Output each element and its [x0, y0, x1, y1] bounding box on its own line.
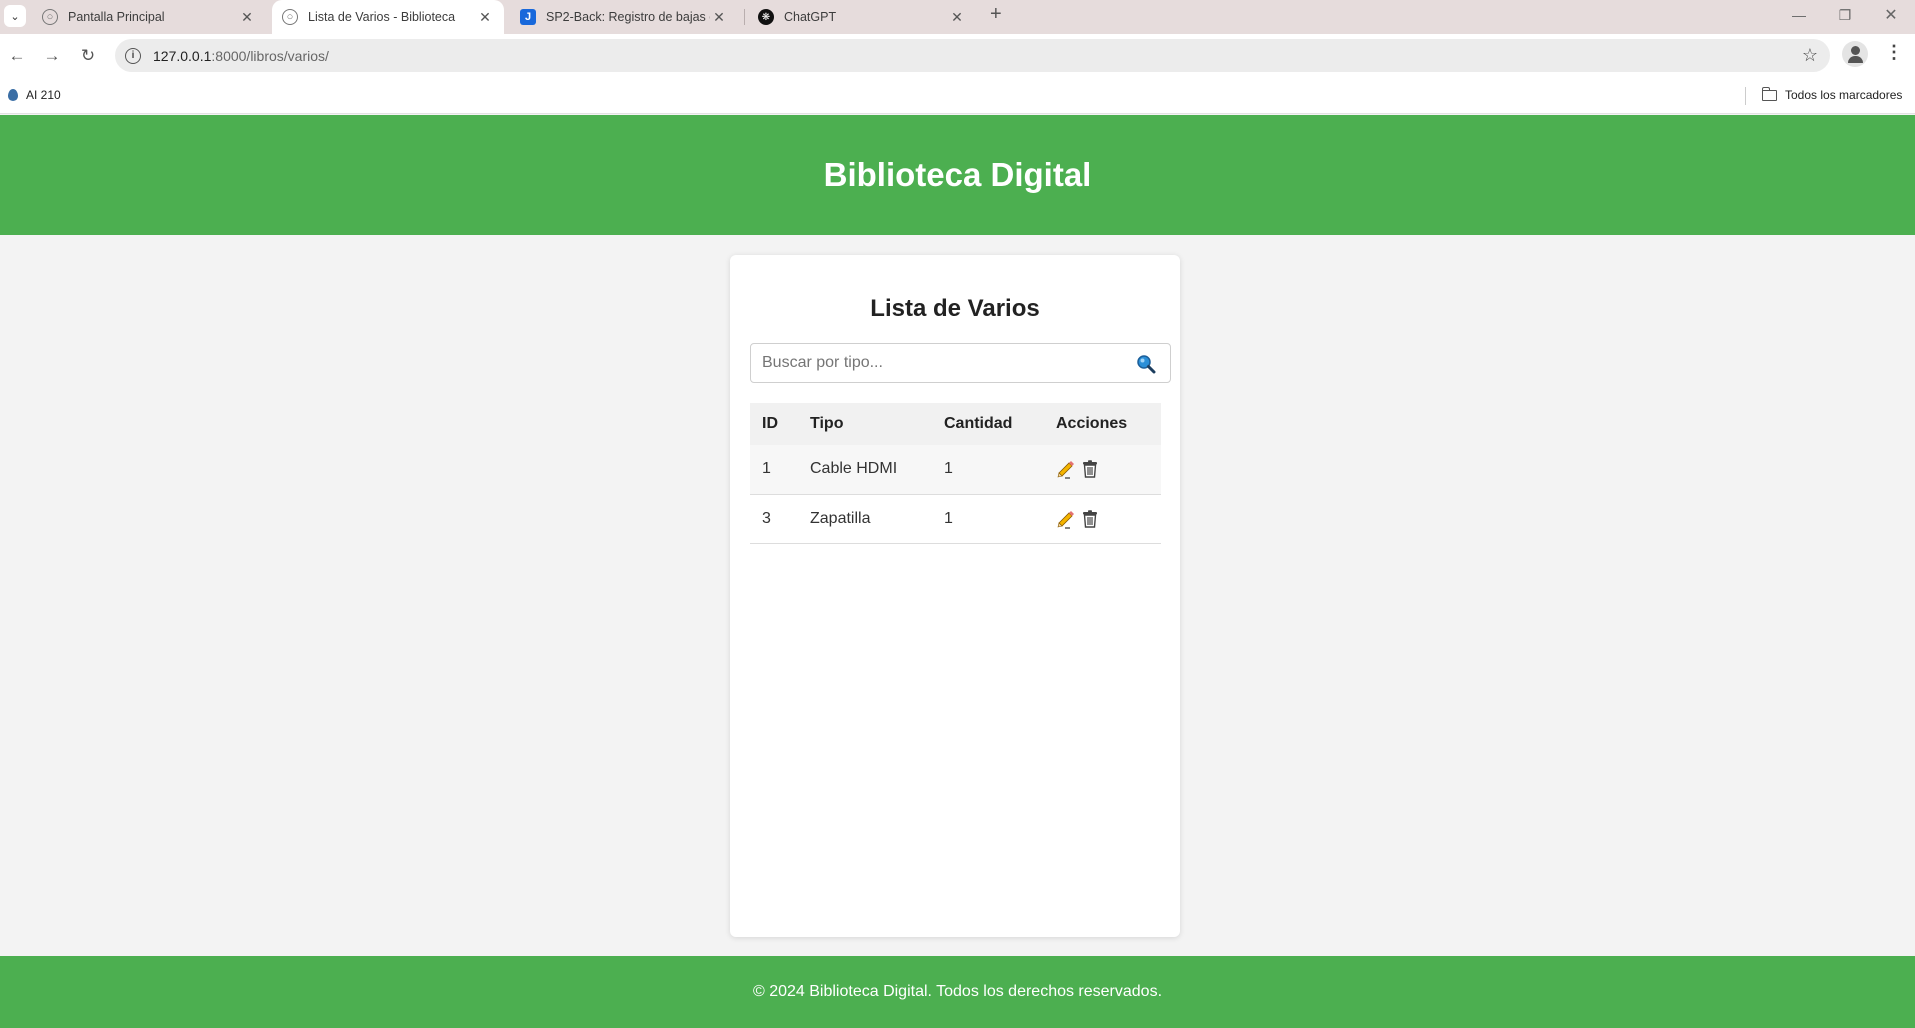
site-footer: © 2024 Biblioteca Digital. Todos los der…	[0, 956, 1915, 1028]
tab-search-dropdown[interactable]: ⌄	[4, 5, 26, 27]
edit-icon[interactable]	[1056, 459, 1076, 479]
table-row: 1 Cable HDMI 1	[750, 445, 1161, 495]
bookmarks-bar: AI 210 Todos los marcadores	[0, 78, 1915, 114]
reload-button[interactable]: ↻	[74, 42, 102, 70]
bookmark-ai-210[interactable]: AI 210	[8, 88, 61, 102]
bookmark-star-icon[interactable]: ☆	[1802, 45, 1818, 66]
close-icon[interactable]: ✕	[238, 9, 256, 26]
cell-tipo: Cable HDMI	[798, 445, 932, 495]
person-icon	[1850, 46, 1860, 55]
site-info-icon[interactable]: i	[125, 47, 141, 64]
browser-toolbar: ← → ↻ i 127.0.0.1:8000/libros/varios/ ☆ …	[0, 34, 1915, 78]
cell-cantidad: 1	[932, 445, 1044, 495]
search-input[interactable]	[751, 354, 1121, 372]
back-button[interactable]: ←	[3, 42, 31, 70]
close-icon[interactable]: ✕	[476, 9, 494, 26]
tab-sp2-back[interactable]: J SP2-Back: Registro de bajas en ✕	[510, 0, 738, 34]
site-title: Biblioteca Digital	[823, 156, 1092, 193]
tab-chatgpt[interactable]: ❋ ChatGPT ✕	[748, 0, 976, 34]
browser-tab-bar: ⌄ ○ Pantalla Principal ✕ ○ Lista de Vari…	[0, 0, 1915, 34]
more-menu-icon[interactable]: ⋮	[1885, 42, 1903, 63]
cell-acciones	[1044, 494, 1161, 544]
tab-divider	[744, 9, 745, 25]
tab-lista-de-varios[interactable]: ○ Lista de Varios - Biblioteca ✕	[272, 0, 504, 34]
column-header-tipo: Tipo	[798, 403, 932, 445]
cell-acciones	[1044, 445, 1161, 495]
bookmarks-divider	[1745, 87, 1746, 105]
column-header-id: ID	[750, 403, 798, 445]
folder-icon	[1761, 86, 1777, 101]
close-icon[interactable]: ✕	[710, 9, 728, 26]
new-tab-button[interactable]: +	[990, 3, 1002, 26]
cell-tipo: Zapatilla	[798, 494, 932, 544]
delete-icon[interactable]	[1080, 459, 1100, 479]
address-bar[interactable]: i 127.0.0.1:8000/libros/varios/ ☆	[115, 39, 1830, 72]
page-title: Lista de Varios	[870, 295, 1040, 322]
row-actions	[1056, 459, 1161, 479]
cell-cantidad: 1	[932, 494, 1044, 544]
table-header-row: ID Tipo Cantidad Acciones	[750, 403, 1161, 445]
row-actions	[1056, 509, 1161, 529]
search-icon[interactable]	[1136, 354, 1156, 374]
delete-icon[interactable]	[1080, 509, 1100, 529]
restore-button[interactable]: ❐	[1822, 0, 1868, 30]
chatgpt-icon: ❋	[758, 9, 774, 25]
footer-copyright: © 2024 Biblioteca Digital. Todos los der…	[752, 983, 1163, 1000]
site-header: Biblioteca Digital	[0, 115, 1915, 235]
close-icon[interactable]: ✕	[948, 9, 966, 26]
arrow-left-icon: ←	[8, 46, 26, 65]
column-header-cantidad: Cantidad	[932, 403, 1044, 445]
drop-icon	[8, 89, 18, 101]
url-text: 127.0.0.1:8000/libros/varios/	[153, 47, 329, 64]
edit-icon[interactable]	[1056, 509, 1076, 529]
cell-id: 3	[750, 494, 798, 544]
column-header-acciones: Acciones	[1044, 403, 1161, 445]
cell-id: 1	[750, 445, 798, 495]
all-bookmarks-button[interactable]: Todos los marcadores	[1761, 86, 1902, 102]
reload-icon: ↻	[80, 46, 96, 65]
jira-icon: J	[520, 9, 536, 25]
chevron-down-icon: ⌄	[10, 10, 20, 23]
table-row: 3 Zapatilla 1	[750, 494, 1161, 544]
arrow-right-icon: →	[43, 46, 61, 65]
profile-avatar[interactable]	[1842, 41, 1868, 67]
globe-icon: ○	[42, 9, 58, 25]
minimize-button[interactable]: —	[1776, 0, 1822, 30]
tab-pantalla-principal[interactable]: ○ Pantalla Principal ✕	[32, 0, 266, 34]
varios-table: ID Tipo Cantidad Acciones 1 Cable HDMI 1	[750, 403, 1161, 544]
search-box	[750, 343, 1171, 383]
close-window-button[interactable]: ✕	[1868, 0, 1914, 30]
content-card: Lista de Varios ID Tipo Cantidad Accione…	[730, 255, 1180, 937]
forward-button[interactable]: →	[38, 42, 66, 70]
globe-icon: ○	[282, 9, 298, 25]
